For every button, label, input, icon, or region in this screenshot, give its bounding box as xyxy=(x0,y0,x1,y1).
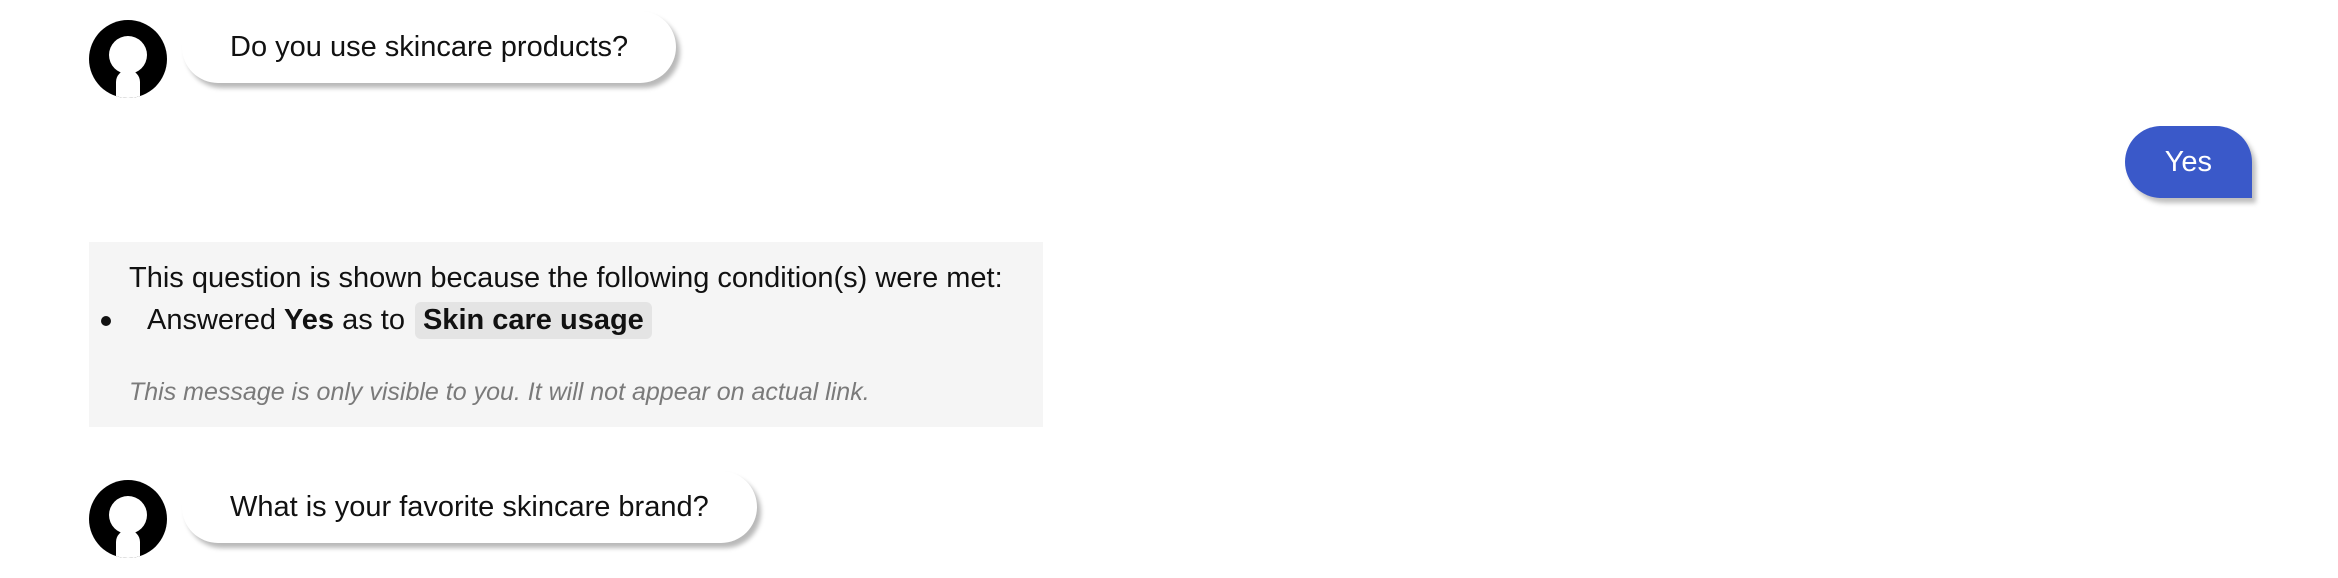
bullet-icon xyxy=(101,315,111,326)
bot-avatar-icon xyxy=(89,480,167,558)
bot-message-bubble: What is your favorite skincare brand? xyxy=(182,471,757,543)
bot-message-text: What is your favorite skincare brand? xyxy=(230,491,709,523)
user-reply-bubble: Yes xyxy=(2124,126,2252,198)
visibility-footnote: This message is only visible to you. It … xyxy=(129,378,870,406)
condition-notice-title: This question is shown because the follo… xyxy=(129,262,1003,294)
bot-message-text: Do you use skincare products? xyxy=(230,31,629,63)
condition-notice: This question is shown because the follo… xyxy=(89,242,1043,427)
bot-avatar-icon xyxy=(89,20,167,98)
condition-answer: Yes xyxy=(284,304,335,336)
question-tag: Skin care usage xyxy=(414,302,652,339)
user-reply-text: Yes xyxy=(2164,146,2212,178)
condition-connector: as to xyxy=(342,304,405,336)
condition-prefix: Answered xyxy=(147,304,276,336)
condition-list-item: Answered Yes as to Skin care usage xyxy=(101,302,652,339)
bot-message-bubble: Do you use skincare products? xyxy=(182,11,677,83)
